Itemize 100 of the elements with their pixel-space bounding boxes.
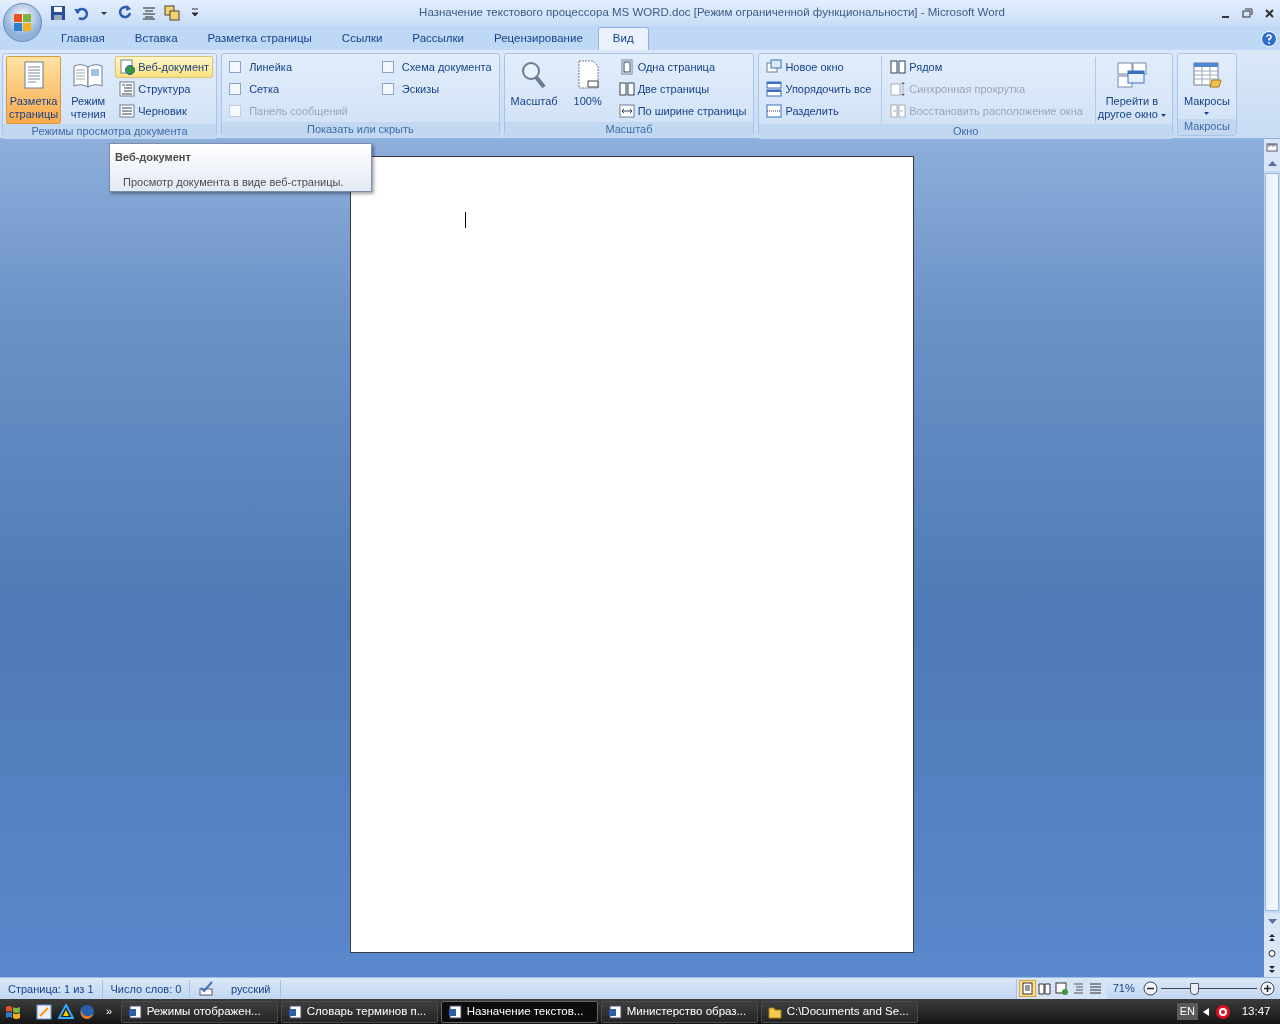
ribbon-button[interactable]: По ширине страницы	[614, 100, 751, 122]
zoom-slider[interactable]	[1160, 981, 1257, 996]
status-text: Число слов: 0	[102, 979, 191, 998]
document-icon	[447, 1004, 462, 1019]
keyboard-language[interactable]: EN	[1176, 1003, 1198, 1020]
checkbox[interactable]: Сетка	[225, 78, 352, 100]
document-icon	[607, 1004, 622, 1019]
undo-icon[interactable]	[72, 5, 89, 21]
ribbon-button[interactable]: Макросы	[1180, 56, 1233, 119]
status-text: Страница: 1 из 1	[0, 979, 103, 998]
copy-icon[interactable]	[163, 5, 180, 21]
triangle-logo-icon[interactable]	[57, 1003, 74, 1020]
view-mode-button[interactable]	[1036, 980, 1054, 997]
ribbon-tab[interactable]: Вставка	[119, 27, 193, 50]
sync-scroll-icon	[890, 81, 907, 97]
next-page-button[interactable]	[1264, 961, 1280, 977]
notepad-pencil-icon[interactable]	[36, 1003, 52, 1020]
taskbar-button[interactable]: C:\Documents and Se...	[760, 1000, 918, 1023]
group-label: Окно	[759, 124, 1172, 139]
restore-icon[interactable]	[1241, 7, 1253, 19]
show-more-button[interactable]: »	[106, 1003, 113, 1020]
arrange-windows-icon	[766, 81, 783, 97]
print-layout-icon	[1021, 982, 1035, 995]
group-label: Режимы просмотра документа	[3, 124, 217, 139]
side-by-side-icon	[890, 59, 907, 75]
group-label: Макросы	[1177, 119, 1236, 135]
tooltip-title: Веб-документ	[115, 150, 192, 165]
ribbon-button[interactable]: Одна страница	[614, 56, 751, 78]
page-width-icon	[618, 103, 635, 119]
checkbox[interactable]: Схема документа	[377, 56, 496, 78]
proofing-check-icon[interactable]	[198, 980, 215, 997]
ruler-icon	[1266, 141, 1278, 153]
reading-layout-icon	[1038, 982, 1052, 995]
reset-window-icon	[890, 103, 907, 119]
ribbon-button[interactable]: Разделить	[762, 100, 876, 122]
save-icon[interactable]	[50, 5, 66, 21]
close-icon[interactable]	[1263, 7, 1275, 19]
view-mode-button[interactable]	[1053, 980, 1071, 997]
globe-page-icon	[119, 59, 136, 75]
ruler-toggle-button[interactable]	[1264, 139, 1280, 155]
taskbar-button[interactable]: Назначение текстов...	[440, 1000, 598, 1023]
ribbon-button[interactable]: Две страницы	[614, 78, 751, 100]
ribbon-button[interactable]: Упорядочить все	[762, 78, 876, 100]
ring-icon[interactable]	[1214, 1003, 1231, 1020]
ribbon-button[interactable]: Веб-документ	[115, 56, 214, 78]
taskbar-button[interactable]: Словарь терминов п...	[280, 1000, 438, 1023]
view-mode-button[interactable]	[1019, 980, 1037, 997]
ribbon-button[interactable]: Разметка страницы	[6, 56, 62, 124]
double-down-arrow-icon	[1268, 964, 1276, 974]
ribbon-tab[interactable]: Рецензирование	[479, 27, 598, 50]
ribbon-button[interactable]: Черновик	[115, 100, 214, 122]
zoom-in-icon[interactable]	[1259, 981, 1275, 996]
ribbon-button[interactable]: Структура	[115, 78, 214, 100]
ribbon-button[interactable]: Новое окно	[762, 56, 876, 78]
ribbon-button[interactable]: Масштаб	[507, 56, 561, 122]
split-window-icon	[766, 103, 783, 119]
ribbon-button[interactable]: Рядом	[886, 56, 1087, 78]
two-pages-icon	[618, 81, 635, 97]
help-icon[interactable]	[1261, 31, 1278, 48]
draft-icon	[1089, 982, 1103, 995]
scroll-down-button[interactable]	[1264, 913, 1280, 929]
circle-icon	[1268, 948, 1276, 958]
taskbar-button[interactable]: Министерство образ...	[600, 1000, 758, 1023]
ribbon-tab[interactable]: Главная	[46, 27, 120, 50]
document-icon	[127, 1004, 142, 1019]
scrollbar-thumb[interactable]	[1265, 173, 1279, 911]
web-layout-icon	[1055, 982, 1069, 995]
text-cursor	[465, 212, 466, 228]
language-status[interactable]: русский	[230, 979, 271, 998]
ribbon-button[interactable]: Перейти в другое окно	[1094, 56, 1169, 124]
draft-icon	[119, 103, 136, 119]
ribbon-button[interactable]: Режим чтения	[63, 56, 114, 124]
outline-icon	[119, 81, 136, 97]
up-arrow-icon	[1267, 160, 1277, 166]
group-label: Масштаб	[504, 122, 754, 137]
zoom-slider-thumb[interactable]	[1190, 982, 1200, 995]
ribbon-tab[interactable]: Ссылки	[326, 27, 398, 50]
align-text-icon[interactable]	[141, 5, 157, 21]
document-icon	[287, 1004, 302, 1019]
taskbar-button[interactable]: Режимы отображен...	[120, 1000, 278, 1023]
scroll-up-button[interactable]	[1264, 155, 1280, 171]
browser-fox-icon[interactable]	[79, 1003, 95, 1020]
ribbon-tab[interactable]: Разметка страницы	[192, 27, 327, 50]
checkbox[interactable]: Эскизы	[377, 78, 496, 100]
ribbon-button[interactable]: 100%	[562, 56, 613, 122]
checkbox[interactable]: Линейка	[225, 56, 352, 78]
zoom-level[interactable]: 71%	[1112, 980, 1135, 997]
new-window-icon	[766, 59, 783, 75]
clock: 13:47	[1241, 1003, 1271, 1019]
down-arrow-icon	[1267, 918, 1277, 924]
window-title: Назначение текстового процессора MS WORD.doc [Режим ограниченной функциональности] - Microsoft Word	[418, 5, 1006, 21]
zoom-out-icon[interactable]	[1143, 981, 1158, 996]
ribbon-tab[interactable]: Вид	[597, 27, 649, 50]
outline-icon	[1072, 982, 1086, 995]
left-arrow-icon[interactable]	[1203, 1007, 1210, 1016]
tooltip-text: Просмотр документа в виде веб-страницы.	[123, 174, 345, 190]
ribbon-tab[interactable]: Рассылки	[397, 27, 479, 50]
office-button[interactable]	[3, 3, 42, 42]
spreadsheet-icon	[1190, 59, 1223, 91]
windows-icon	[1115, 59, 1148, 91]
